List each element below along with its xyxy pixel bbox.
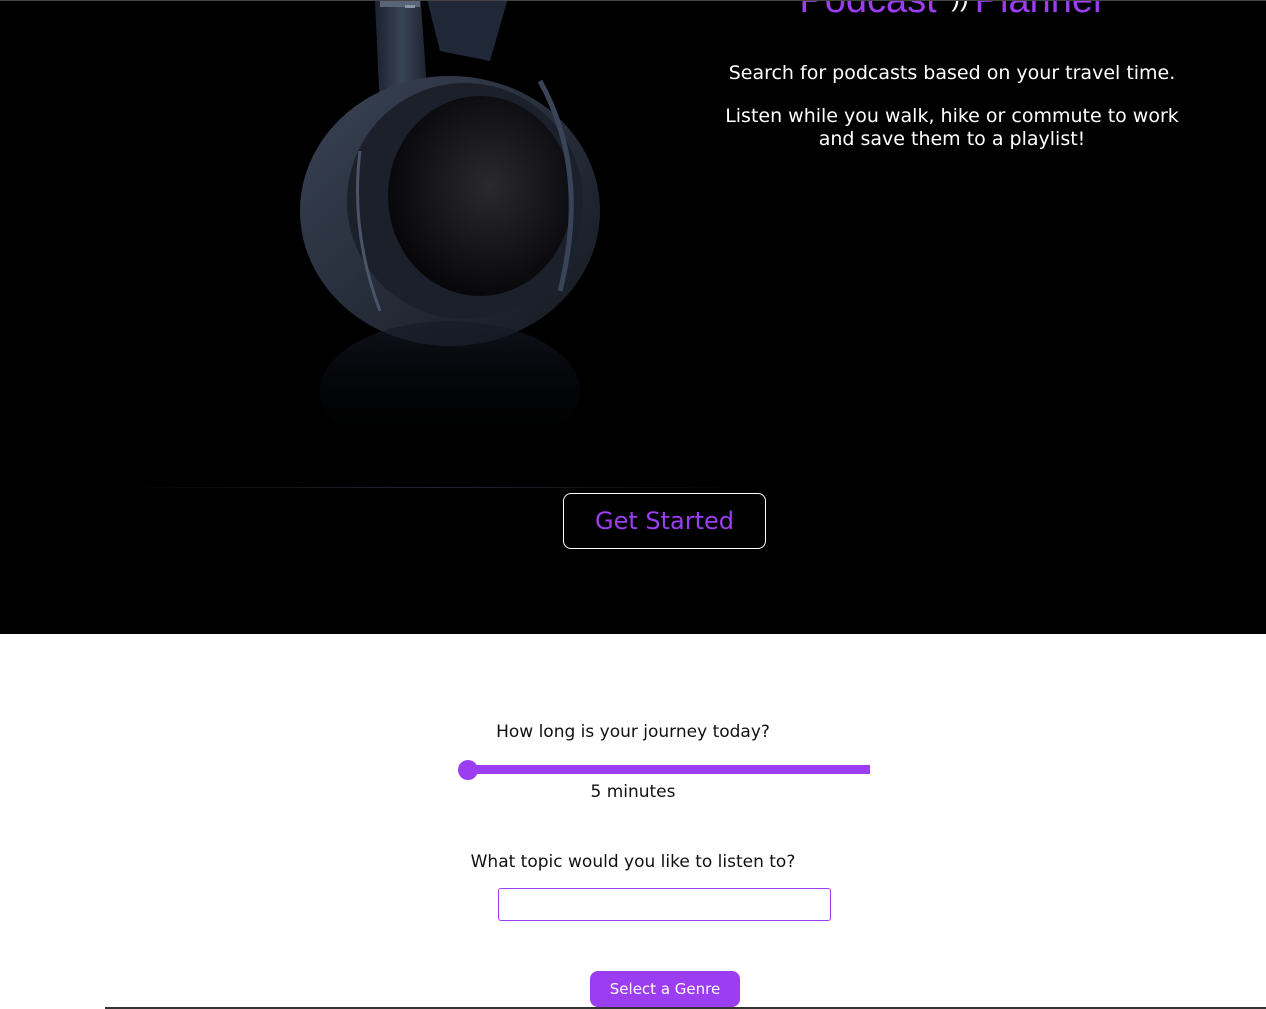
select-genre-button[interactable]: Select a Genre xyxy=(590,971,740,1007)
get-started-button[interactable]: Get Started xyxy=(563,493,766,549)
tagline-listen: Listen while you walk, hike or commute t… xyxy=(725,105,1179,150)
brand-title: Podcast ·)) Planner xyxy=(720,0,1185,22)
journey-question-label: How long is your journey today? xyxy=(496,722,770,742)
slider-thumb[interactable] xyxy=(458,760,478,780)
hero-floor-line xyxy=(145,487,720,488)
topic-question-label: What topic would you like to listen to? xyxy=(470,852,796,872)
tagline-search: Search for podcasts based on your travel… xyxy=(728,62,1176,84)
hero-section: Podcast ·)) Planner Search for podcasts ba… xyxy=(0,0,1266,634)
headphones-image xyxy=(300,1,600,461)
journey-duration-slider[interactable] xyxy=(458,760,870,780)
journey-duration-value: 5 minutes xyxy=(590,782,676,802)
journey-form: How long is your journey today? 5 minute… xyxy=(0,634,1266,1009)
brand-title-right: Planner xyxy=(974,0,1106,21)
topic-input[interactable] xyxy=(498,888,831,921)
slider-track[interactable] xyxy=(459,765,870,774)
brand-title-left: Podcast xyxy=(799,0,937,21)
sound-waves-icon: ·)) xyxy=(943,1,969,13)
